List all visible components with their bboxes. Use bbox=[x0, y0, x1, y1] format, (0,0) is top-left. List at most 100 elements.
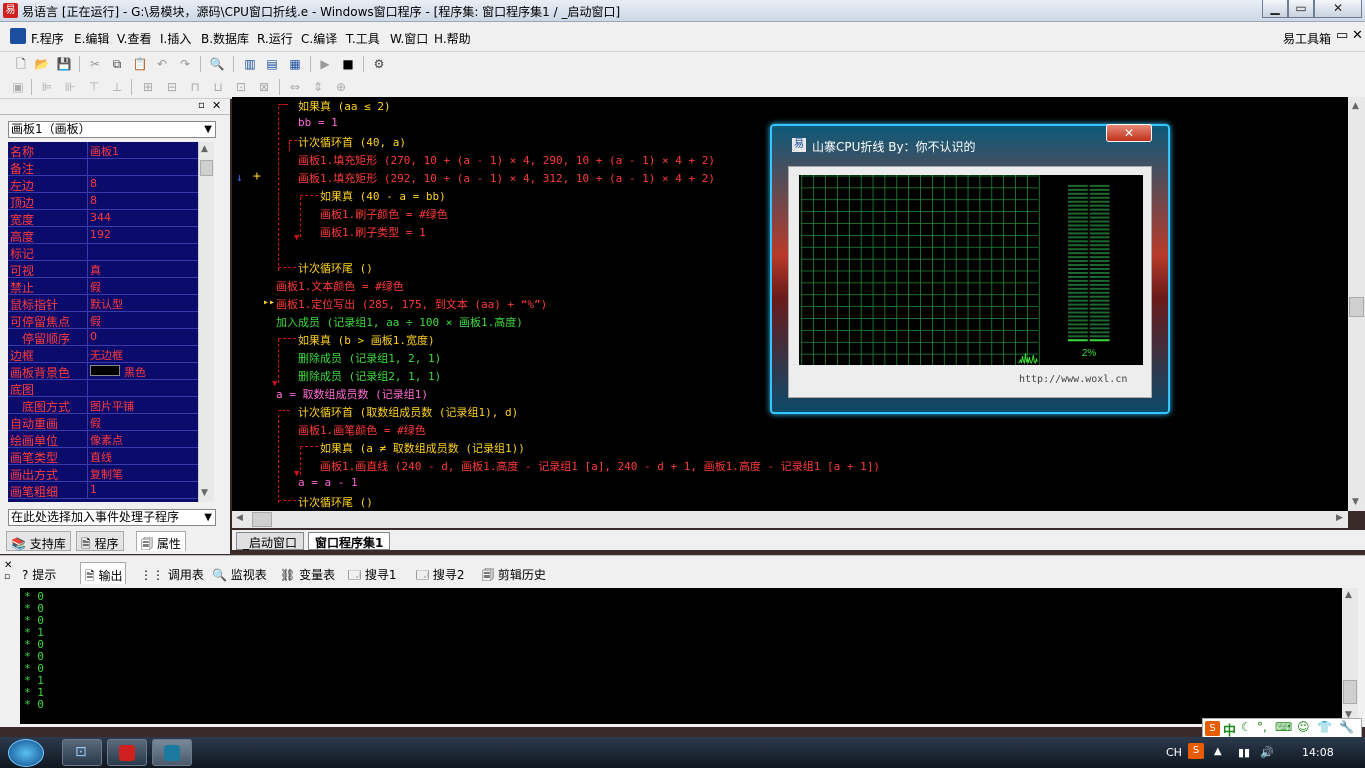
new-icon[interactable]: 🗋 bbox=[12, 55, 30, 73]
property-value[interactable]: 直线 bbox=[90, 449, 112, 465]
layout2-icon[interactable]: ▤ bbox=[263, 55, 281, 73]
close-button[interactable]: ✕ bbox=[1314, 0, 1362, 18]
property-row[interactable]: 顶边 8 bbox=[8, 193, 198, 210]
close-icon[interactable]: ✕ bbox=[4, 560, 12, 571]
code-line[interactable]: 如果真 (a ≠ 取数组成员数 (记录组1)) bbox=[320, 440, 525, 456]
sogou-tray-icon[interactable]: S bbox=[1188, 743, 1204, 759]
property-value[interactable]: 8 bbox=[90, 194, 97, 207]
color-swatch[interactable] bbox=[90, 365, 120, 376]
clock[interactable]: 14:08 bbox=[1302, 746, 1334, 759]
property-value[interactable]: 344 bbox=[90, 211, 111, 224]
menu-toolbox[interactable]: 易工具箱 bbox=[1283, 30, 1331, 47]
tab-start-window[interactable]: _启动窗口 bbox=[236, 532, 305, 550]
code-line[interactable]: 画板1.填充矩形 (292, 10 + (a - 1) × 4, 312, 10… bbox=[298, 170, 715, 186]
stop-icon[interactable]: ■ bbox=[339, 55, 357, 73]
property-value[interactable]: 像素点 bbox=[90, 432, 123, 448]
property-row[interactable]: 鼠标指针 默认型 bbox=[8, 295, 198, 312]
show-hidden-icon[interactable]: ▲ bbox=[1214, 746, 1222, 757]
layout3-icon[interactable]: ▦ bbox=[286, 55, 304, 73]
code-line[interactable]: 删除成员 (记录组2, 1, 1) bbox=[298, 368, 441, 384]
align-bottom-icon[interactable]: ⊥ bbox=[108, 78, 126, 96]
property-row[interactable]: 画笔粗细 1 bbox=[8, 482, 198, 499]
editor-hscrollbar[interactable]: ◀ ▶ bbox=[232, 511, 1348, 528]
property-row[interactable]: 画出方式 复制笔 bbox=[8, 465, 198, 482]
hcenter-icon[interactable]: ⇔ bbox=[286, 78, 304, 96]
object-combo[interactable]: 画板1（画板） ▼ bbox=[8, 121, 216, 138]
property-scrollbar[interactable]: ▲ ▼ bbox=[198, 142, 214, 502]
center-h-icon[interactable]: ⊠ bbox=[255, 78, 273, 96]
save-icon[interactable]: 💾 bbox=[55, 55, 73, 73]
property-row[interactable]: 名称 画板1 bbox=[8, 142, 198, 159]
open-icon[interactable]: 📂 bbox=[33, 55, 51, 73]
chevron-down-icon[interactable]: ▼ bbox=[204, 122, 212, 137]
code-line[interactable]: 画板1.画直线 (240 - d, 画板1.高度 - 记录组1 [a], 240… bbox=[320, 458, 880, 474]
keyboard-icon[interactable]: ⌨ bbox=[1275, 720, 1292, 734]
align-top-icon[interactable]: ⊤ bbox=[85, 78, 103, 96]
tab-program[interactable]: 🗎 程序 bbox=[76, 531, 124, 551]
run-icon[interactable]: ▶ bbox=[316, 55, 334, 73]
paste-icon[interactable]: 📋 bbox=[131, 55, 149, 73]
volume-icon[interactable]: 🔊 bbox=[1260, 746, 1274, 759]
undo-icon[interactable]: ↶ bbox=[153, 55, 171, 73]
chevron-down-icon[interactable]: ▼ bbox=[204, 510, 212, 525]
property-value[interactable]: 真 bbox=[90, 262, 101, 278]
code-line[interactable]: 计次循环尾 () bbox=[298, 494, 373, 510]
menu-file[interactable]: F.程序 bbox=[31, 30, 64, 47]
menu-edit[interactable]: E.编辑 bbox=[74, 30, 109, 47]
language-indicator[interactable]: CH bbox=[1166, 746, 1182, 759]
same-size-icon[interactable]: ⊡ bbox=[232, 78, 250, 96]
debug-icon[interactable]: ⚙ bbox=[370, 55, 388, 73]
property-row[interactable]: 停留顺序 0 bbox=[8, 329, 198, 346]
taskbar-explorer[interactable]: ⊡ bbox=[62, 739, 102, 766]
property-row[interactable]: 可视 真 bbox=[8, 261, 198, 278]
tab-output[interactable]: 🗎 输出 bbox=[80, 562, 126, 584]
property-value[interactable]: 1 bbox=[90, 483, 97, 496]
code-line[interactable]: bb = 1 bbox=[298, 116, 338, 129]
close-icon[interactable]: ✕ bbox=[1352, 28, 1363, 43]
align-left-icon[interactable]: ⊫ bbox=[38, 78, 56, 96]
property-value[interactable]: 假 bbox=[90, 313, 101, 329]
property-row[interactable]: 备注 bbox=[8, 159, 198, 176]
code-line[interactable]: 如果真 (aa ≤ 2) bbox=[298, 98, 391, 114]
editor-vscrollbar[interactable]: ▲ ▼ bbox=[1348, 97, 1365, 511]
property-row[interactable]: 画笔类型 直线 bbox=[8, 448, 198, 465]
property-row[interactable]: 禁止 假 bbox=[8, 278, 198, 295]
redo-icon[interactable]: ↷ bbox=[176, 55, 194, 73]
property-value[interactable]: 复制笔 bbox=[90, 466, 123, 482]
space-v-icon[interactable]: ⊟ bbox=[163, 78, 181, 96]
property-value[interactable]: 假 bbox=[90, 279, 101, 295]
menu-window[interactable]: W.窗口 bbox=[390, 30, 428, 47]
code-line[interactable]: 画板1.填充矩形 (270, 10 + (a - 1) × 4, 290, 10… bbox=[298, 152, 715, 168]
property-row[interactable]: 可停留焦点 假 bbox=[8, 312, 198, 329]
tab-search1[interactable]: 🗔 搜寻1 bbox=[344, 562, 398, 584]
maximize-button[interactable]: ▭ bbox=[1288, 0, 1314, 18]
menu-tools[interactable]: T.工具 bbox=[346, 30, 380, 47]
code-line[interactable]: 计次循环尾 () bbox=[298, 260, 373, 276]
property-row[interactable]: 高度 192 bbox=[8, 227, 198, 244]
space-h-icon[interactable]: ⊞ bbox=[139, 78, 157, 96]
tab-window-assembly[interactable]: 窗口程序集1 bbox=[308, 532, 391, 550]
code-line[interactable]: a = 取数组成员数 (记录组1) bbox=[276, 386, 428, 402]
property-row[interactable]: 画板背景色 黑色 bbox=[8, 363, 198, 380]
output-text[interactable]: * 0 * 0 * 0 * 1 * 0 * 0 * 0 * 1 * 1 * 0 bbox=[20, 588, 1342, 724]
punct-icon[interactable]: °, bbox=[1257, 720, 1267, 734]
minimize-button[interactable]: ▁ bbox=[1262, 0, 1288, 18]
sogou-icon[interactable]: S bbox=[1205, 721, 1220, 736]
same-width-icon[interactable]: ⊓ bbox=[186, 78, 204, 96]
layout1-icon[interactable]: ▥ bbox=[241, 55, 259, 73]
ime-toolbar[interactable]: S 中 ☾ °, ⌨ ☺ 👕 🔧 bbox=[1202, 718, 1362, 739]
same-height-icon[interactable]: ⊔ bbox=[209, 78, 227, 96]
taskbar-elang-ide[interactable] bbox=[107, 739, 147, 766]
property-value[interactable]: 无边框 bbox=[90, 347, 123, 363]
menu-database[interactable]: B.数据库 bbox=[201, 30, 249, 47]
property-row[interactable]: 底图 bbox=[8, 380, 198, 397]
tab-support-lib[interactable]: 📚 支持库 bbox=[6, 531, 71, 551]
code-line[interactable]: 画板1.刷子颜色 = #绿色 bbox=[320, 206, 448, 222]
tab-clip-history[interactable]: 🗐 剪辑历史 bbox=[478, 562, 548, 584]
align-icon[interactable]: ▣ bbox=[9, 78, 27, 96]
event-combo[interactable]: 在此处选择加入事件处理子程序 ▼ bbox=[8, 509, 216, 526]
cut-icon[interactable]: ✂ bbox=[86, 55, 104, 73]
property-value[interactable]: 图片平铺 bbox=[90, 398, 134, 414]
output-scrollbar[interactable]: ▲ ▼ bbox=[1342, 588, 1358, 724]
code-line[interactable]: 如果真 (40 - a = bb) bbox=[320, 188, 446, 204]
